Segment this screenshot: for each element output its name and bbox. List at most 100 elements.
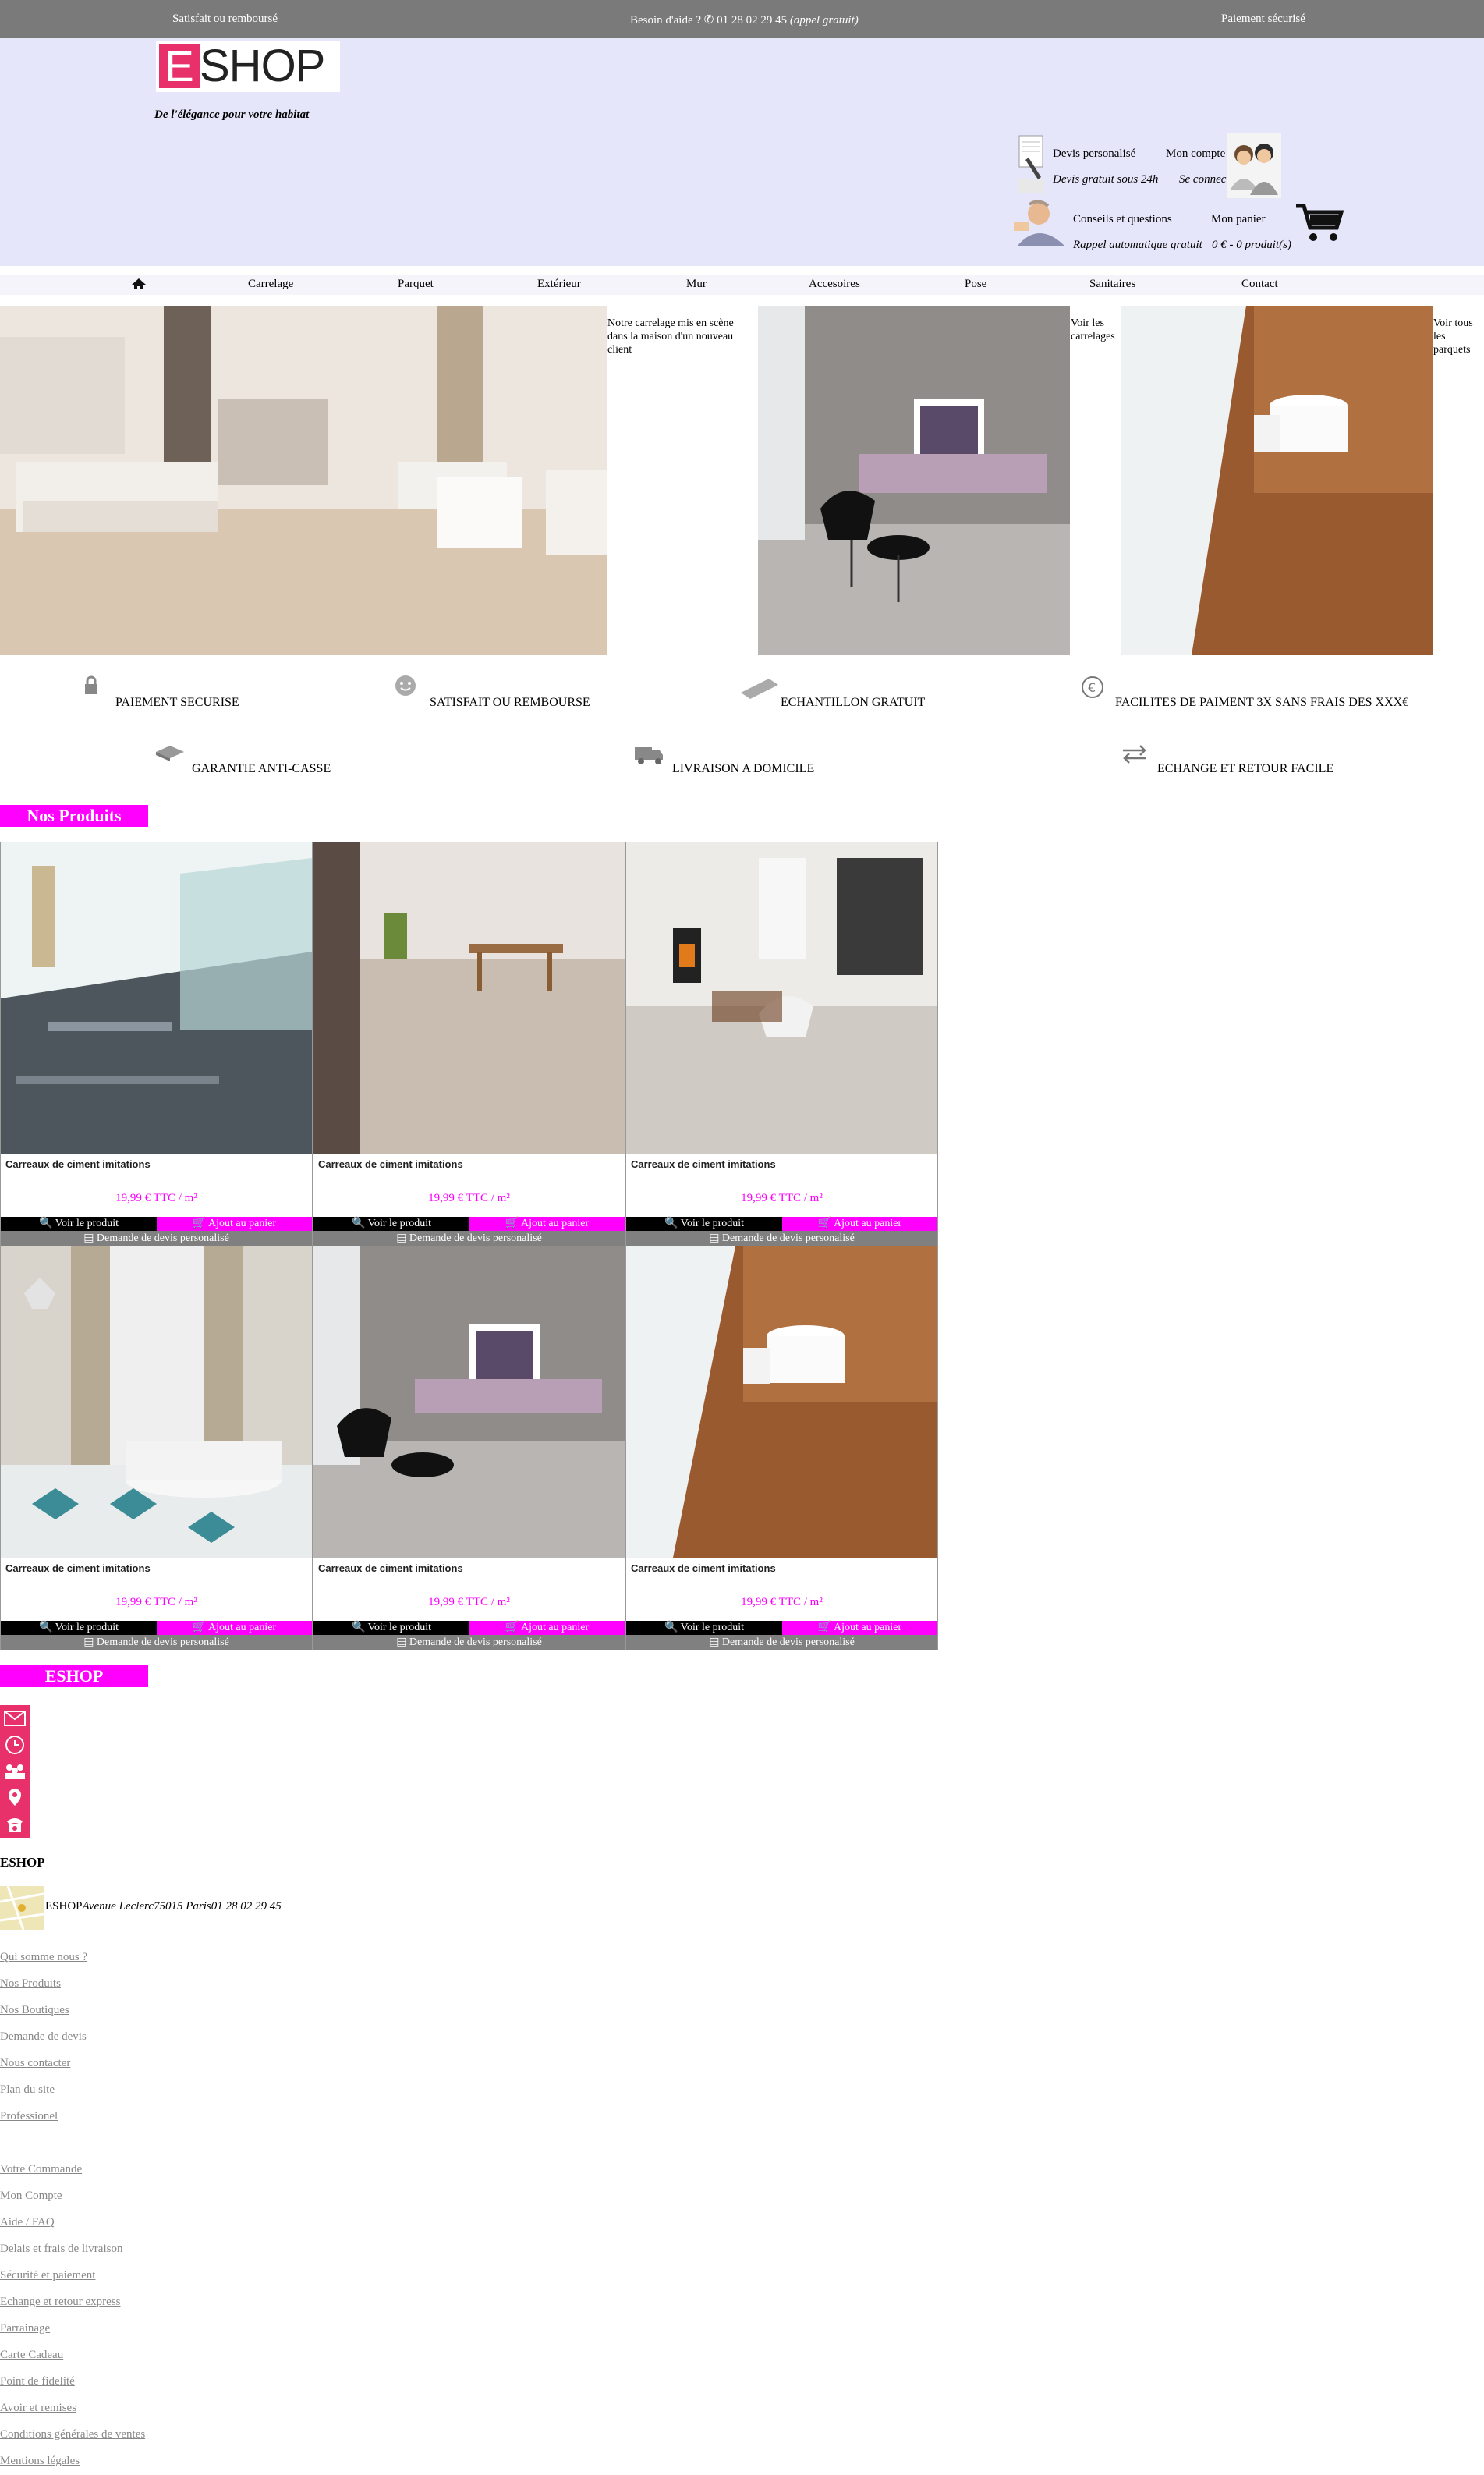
add-to-cart-label: Ajout au panier xyxy=(834,1218,902,1229)
quote-label[interactable]: Devis personalisé xyxy=(1053,147,1135,161)
product-card[interactable]: Carreaux de ciment imitations 19,99 € TT… xyxy=(313,1246,625,1650)
add-to-cart-button[interactable]: 🛒 Ajout au panier xyxy=(157,1217,312,1231)
feature-secure-payment: PAIEMENT SECURISE xyxy=(115,696,239,709)
quote-sub: Devis gratuit sous 24h xyxy=(1053,173,1159,186)
quote-request-label: Demande de devis personalisé xyxy=(409,1636,542,1648)
hero-image-living[interactable] xyxy=(0,306,607,655)
footer-link-shops[interactable]: Nos Boutiques xyxy=(0,1997,87,2023)
product-image[interactable] xyxy=(626,842,937,1154)
footer-link-products[interactable]: Nos Produits xyxy=(0,1970,87,1997)
product-price: 19,99 € TTC / m² xyxy=(115,1596,197,1608)
footer-link-sitemap[interactable]: Plan du site xyxy=(0,2076,87,2103)
card-icon: ▤ xyxy=(709,1636,720,1648)
add-to-cart-button[interactable]: 🛒 Ajout au panier xyxy=(782,1621,937,1635)
phone-side-icon[interactable] xyxy=(0,1811,30,1838)
nav-item-exterieur[interactable]: Extérieur xyxy=(537,278,581,291)
view-product-label: Voir le produit xyxy=(680,1622,745,1633)
euro-icon: € xyxy=(1079,675,1106,703)
product-image[interactable] xyxy=(1,1246,312,1558)
footer-link-exchange[interactable]: Echange et retour express xyxy=(0,2289,145,2315)
product-price: 19,99 € TTC / m² xyxy=(428,1596,510,1608)
view-product-button[interactable]: 🔍 Voir le produit xyxy=(1,1217,157,1231)
view-product-button[interactable]: 🔍 Voir le produit xyxy=(626,1621,782,1635)
product-price: 19,99 € TTC / m² xyxy=(741,1192,823,1204)
product-card[interactable]: Carreaux de ciment imitations 19,99 € TT… xyxy=(625,842,938,1246)
footer-link-terms[interactable]: Conditions générales de ventes xyxy=(0,2421,145,2448)
account-label[interactable]: Mon compte xyxy=(1166,147,1225,161)
footer-link-credits[interactable]: Avoir et remises xyxy=(0,2395,145,2421)
hero-image-armchair[interactable] xyxy=(758,306,1070,655)
quote-request-label: Demande de devis personalisé xyxy=(96,1636,229,1648)
quote-request-button[interactable]: ▤ Demande de devis personalisé xyxy=(626,1231,937,1246)
view-product-button[interactable]: 🔍 Voir le produit xyxy=(313,1621,469,1635)
advice-label[interactable]: Conseils et questions xyxy=(1073,213,1172,226)
nav-item-parquet[interactable]: Parquet xyxy=(398,278,434,291)
location-icon[interactable] xyxy=(0,1785,30,1811)
map-thumbnail[interactable] xyxy=(0,1886,44,1930)
view-product-button[interactable]: 🔍 Voir le produit xyxy=(626,1217,782,1231)
footer-link-professional[interactable]: Professionel xyxy=(0,2103,87,2129)
advice-icon[interactable] xyxy=(1011,198,1073,246)
product-image[interactable] xyxy=(626,1246,937,1558)
add-to-cart-button[interactable]: 🛒 Ajout au panier xyxy=(469,1217,625,1231)
nav-item-mur[interactable]: Mur xyxy=(686,278,707,291)
product-image[interactable] xyxy=(1,842,312,1154)
add-to-cart-button[interactable]: 🛒 Ajout au panier xyxy=(157,1621,312,1635)
product-card[interactable]: Carreaux de ciment imitations 19,99 € TT… xyxy=(625,1246,938,1650)
product-image[interactable] xyxy=(313,842,625,1154)
eshop-section-title: ESHOP xyxy=(0,1665,148,1687)
feature-payment-facilities: FACILITES DE PAIMENT 3X SANS FRAIS DES X… xyxy=(1115,696,1409,709)
footer-link-account[interactable]: Mon Compte xyxy=(0,2182,145,2209)
cart-icon[interactable] xyxy=(1295,201,1344,243)
view-product-label: Voir le produit xyxy=(55,1622,119,1633)
quote-request-button[interactable]: ▤ Demande de devis personalisé xyxy=(313,1231,625,1246)
footer-link-order[interactable]: Votre Commande xyxy=(0,2156,145,2182)
footer-link-security[interactable]: Sécurité et paiement xyxy=(0,2262,145,2289)
hero-image-bathtub[interactable] xyxy=(1121,306,1433,655)
product-card[interactable]: Carreaux de ciment imitations 19,99 € TT… xyxy=(313,842,625,1246)
help-text: Besoin d'aide ? ✆ 01 28 02 29 45 (appel … xyxy=(630,12,859,27)
logo[interactable]: E SHOP xyxy=(156,41,340,92)
nav-item-sanitaires[interactable]: Sanitaires xyxy=(1089,278,1135,291)
product-card[interactable]: Carreaux de ciment imitations 19,99 € TT… xyxy=(0,1246,313,1650)
footer-link-referral[interactable]: Parrainage xyxy=(0,2315,145,2342)
quote-request-button[interactable]: ▤ Demande de devis personalisé xyxy=(1,1231,312,1246)
footer-link-gift-card[interactable]: Carte Cadeau xyxy=(0,2342,145,2368)
search-icon: 🔍 xyxy=(351,1622,366,1633)
smile-icon xyxy=(394,674,417,703)
view-product-button[interactable]: 🔍 Voir le produit xyxy=(313,1217,469,1231)
card-icon: ▤ xyxy=(396,1636,407,1648)
footer-link-delivery[interactable]: Delais et frais de livraison xyxy=(0,2236,145,2262)
product-card[interactable]: Carreaux de ciment imitations 19,99 € TT… xyxy=(0,842,313,1246)
view-product-button[interactable]: 🔍 Voir le produit xyxy=(1,1621,157,1635)
help-phone[interactable]: 01 28 02 29 45 xyxy=(717,14,787,27)
satisfaction-text: Satisfait ou remboursé xyxy=(172,12,278,25)
add-to-cart-button[interactable]: 🛒 Ajout au panier xyxy=(782,1217,937,1231)
clock-icon[interactable] xyxy=(0,1732,30,1758)
nav-item-contact[interactable]: Contact xyxy=(1241,278,1278,291)
nav-item-pose[interactable]: Pose xyxy=(965,278,986,291)
search-icon: 🔍 xyxy=(38,1622,53,1633)
footer-link-contact[interactable]: Nous contacter xyxy=(0,2050,87,2076)
product-image[interactable] xyxy=(313,1246,625,1558)
account-icon[interactable] xyxy=(1227,133,1281,198)
nav-item-accesoires[interactable]: Accesoires xyxy=(809,278,860,291)
quote-request-button[interactable]: ▤ Demande de devis personalisé xyxy=(1,1635,312,1650)
hero-caption-2[interactable]: Voir les carrelages xyxy=(1071,317,1122,343)
footer-link-about[interactable]: Qui somme nous ? xyxy=(0,1944,87,1970)
add-to-cart-button[interactable]: 🛒 Ajout au panier xyxy=(469,1621,625,1635)
home-icon[interactable] xyxy=(131,278,147,294)
quote-request-button[interactable]: ▤ Demande de devis personalisé xyxy=(313,1635,625,1650)
footer-link-quote[interactable]: Demande de devis xyxy=(0,2023,87,2050)
cart-label[interactable]: Mon panier xyxy=(1211,213,1266,226)
feature-free-sample: ECHANTILLON GRATUIT xyxy=(781,696,926,709)
group-icon[interactable] xyxy=(0,1758,30,1785)
quote-request-button[interactable]: ▤ Demande de devis personalisé xyxy=(626,1635,937,1650)
footer-link-loyalty[interactable]: Point de fidelité xyxy=(0,2368,145,2395)
nav-item-carrelage[interactable]: Carrelage xyxy=(248,278,293,291)
footer-link-legal[interactable]: Mentions légales xyxy=(0,2448,145,2474)
mail-icon[interactable] xyxy=(0,1705,30,1732)
quote-icon[interactable] xyxy=(1011,134,1050,197)
hero-caption-3[interactable]: Voir tous les parquets xyxy=(1433,317,1483,356)
footer-link-faq[interactable]: Aide / FAQ xyxy=(0,2209,145,2236)
